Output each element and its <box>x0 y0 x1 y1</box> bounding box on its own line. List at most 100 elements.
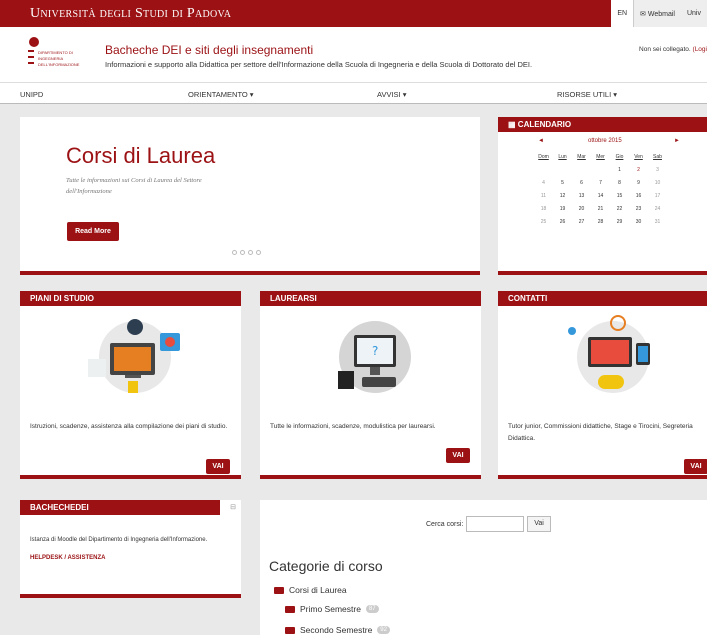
calendar-month[interactable]: ottobre 2015 <box>588 138 622 144</box>
calendar-day[interactable]: 6 <box>572 176 591 189</box>
nav-unipd[interactable]: UNIPD <box>20 90 43 99</box>
nav-avvisi[interactable]: AVVISI ▾ <box>377 90 406 99</box>
nav-orientamento[interactable]: ORIENTAMENTO ▾ <box>188 90 254 99</box>
card-laurearsi: LAUREARSI ? Tutte le informazioni, scade… <box>260 291 481 479</box>
categories-title: Categorie di corso <box>269 558 383 574</box>
folder-icon <box>285 605 295 613</box>
calendar-day[interactable]: 11 <box>534 189 553 202</box>
calendar-day[interactable]: 4 <box>534 176 553 189</box>
category-item[interactable]: Primo Semestre 87 <box>285 604 379 614</box>
page-subtitle: Informazioni e supporto alla Didattica p… <box>105 60 533 69</box>
top-links: EN ✉ Webmail Univ <box>611 0 707 27</box>
unipd-link[interactable]: Univ <box>681 10 707 17</box>
count-badge: 92 <box>377 626 390 634</box>
calendar-day[interactable]: 16 <box>629 189 648 202</box>
category-item[interactable]: Corsi di Laurea <box>274 585 347 595</box>
top-bar: Università degli Studi di Padova EN ✉ We… <box>0 0 707 27</box>
calendar-day[interactable]: 12 <box>553 189 572 202</box>
calendar-day[interactable]: 19 <box>553 202 572 215</box>
calendar-day[interactable] <box>553 163 572 176</box>
calendar-day[interactable] <box>591 163 610 176</box>
calendar-day[interactable]: 8 <box>610 176 629 189</box>
hero-title: Corsi di Laurea <box>66 143 216 168</box>
calendar-day[interactable]: 25 <box>534 215 553 228</box>
hero-description: Tutte le informazioni sui Corsi di Laure… <box>66 177 202 195</box>
slider-dot[interactable] <box>248 250 253 255</box>
calendar-day[interactable]: 14 <box>591 189 610 202</box>
calendar-day[interactable]: 18 <box>534 202 553 215</box>
calendar-day[interactable]: 26 <box>553 215 572 228</box>
calendar-day[interactable]: 22 <box>610 202 629 215</box>
calendar-day[interactable]: 9 <box>629 176 648 189</box>
calendar-day[interactable]: 31 <box>648 215 667 228</box>
calendar-day[interactable]: 3 <box>648 163 667 176</box>
helpdesk-link[interactable]: HELPDESK / ASSISTENZA <box>30 552 105 564</box>
department-logo[interactable]: DIPARTIMENTO DI INGEGNERIA DELL'INFORMAZ… <box>28 37 79 75</box>
nav-risorse-utili[interactable]: RISORSE UTILI ▾ <box>557 90 617 99</box>
card-description: Tutor junior, Commissioni didattiche, St… <box>508 423 693 442</box>
logo-bars <box>28 50 34 68</box>
calendar-day[interactable]: 27 <box>572 215 591 228</box>
login-link[interactable]: (Logi <box>693 46 707 53</box>
mail-icon: ✉ <box>640 10 646 18</box>
read-more-button[interactable]: Read More <box>67 222 119 241</box>
bachechedei-header: BACHECHEDEI <box>20 500 220 515</box>
calendar-day[interactable] <box>534 163 553 176</box>
page-title: Bacheche DEI e siti degli insegnamenti <box>105 43 314 57</box>
university-name[interactable]: Università degli Studi di Padova <box>30 6 231 22</box>
contacts-illustration <box>568 315 650 393</box>
vai-button[interactable]: VAI <box>206 459 230 474</box>
calendar-day[interactable]: 23 <box>629 202 648 215</box>
card-piani-di-studio: PIANI DI STUDIO Istruzioni, scadenze, as… <box>20 291 241 479</box>
count-badge: 87 <box>365 605 379 613</box>
calendar-day[interactable]: 13 <box>572 189 591 202</box>
language-switch[interactable]: EN <box>611 0 635 27</box>
calendar-day[interactable]: 21 <box>591 202 610 215</box>
main-nav: UNIPD ORIENTAMENTO ▾ AVVISI ▾ RISORSE UT… <box>0 82 707 104</box>
calendar-day[interactable] <box>572 163 591 176</box>
calendar-day[interactable]: 5 <box>553 176 572 189</box>
bachechedei-description: Istanza di Moodle del Dipartimento di In… <box>30 537 208 543</box>
calendar-day[interactable]: 7 <box>591 176 610 189</box>
calendar-day[interactable]: 24 <box>648 202 667 215</box>
study-plan-illustration <box>88 319 180 393</box>
webmail-link[interactable]: ✉ Webmail <box>634 10 681 18</box>
card-contatti: CONTATTI Tutor junior, Commissioni didat… <box>498 291 707 479</box>
calendar-day[interactable]: 17 <box>648 189 667 202</box>
calendar-block: ▦ CALENDARIO ◄ ottobre 2015 ► Dom Lun Ma… <box>498 117 707 275</box>
vai-button[interactable]: VAI <box>684 459 707 474</box>
calendar-week: 25 26 27 28 29 30 31 <box>534 215 667 228</box>
day-header: Dom <box>538 153 549 160</box>
graduation-illustration: ? <box>338 321 411 393</box>
calendar-day[interactable]: 30 <box>629 215 648 228</box>
calendar-icon: ▦ <box>508 120 516 129</box>
slider-dot[interactable] <box>256 250 261 255</box>
slider-dot[interactable] <box>232 250 237 255</box>
vai-button[interactable]: VAI <box>446 448 470 463</box>
calendar-next[interactable]: ► <box>674 138 680 144</box>
calendar-week: 18 19 20 21 22 23 24 <box>534 202 667 215</box>
calendar-day[interactable]: 10 <box>648 176 667 189</box>
card-header: CONTATTI <box>498 291 707 306</box>
day-header: Gio <box>615 153 624 160</box>
calendar-day[interactable]: 29 <box>610 215 629 228</box>
calendar-header: ▦ CALENDARIO <box>498 117 707 132</box>
bachechedei-block: BACHECHEDEI ⊟ Istanza di Moodle del Dipa… <box>20 500 241 598</box>
calendar-day[interactable]: 2 <box>629 163 648 176</box>
calendar-prev[interactable]: ◄ <box>538 138 544 144</box>
calendar-day[interactable]: 28 <box>591 215 610 228</box>
slider-dot[interactable] <box>240 250 245 255</box>
logo-dot <box>29 37 39 47</box>
calendar-day[interactable]: 1 <box>610 163 629 176</box>
calendar-days-row: Dom Lun Mar Mer Gio Ven Sab <box>534 150 667 163</box>
search-button[interactable]: Vai <box>527 516 551 532</box>
calendar-week: 123 <box>534 163 667 176</box>
folder-icon <box>274 586 284 594</box>
calendar-day[interactable]: 15 <box>610 189 629 202</box>
course-search-input[interactable] <box>466 516 524 532</box>
calendar-grid: Dom Lun Mar Mer Gio Ven Sab 1 2 3 4 5 6 7 8 9 10 1… <box>534 150 667 228</box>
collapse-icon[interactable]: ⊟ <box>230 503 236 511</box>
calendar-week: 4 5 6 7 8 9 10 <box>534 176 667 189</box>
category-item[interactable]: Secondo Semestre 92 <box>285 625 390 635</box>
calendar-day[interactable]: 20 <box>572 202 591 215</box>
